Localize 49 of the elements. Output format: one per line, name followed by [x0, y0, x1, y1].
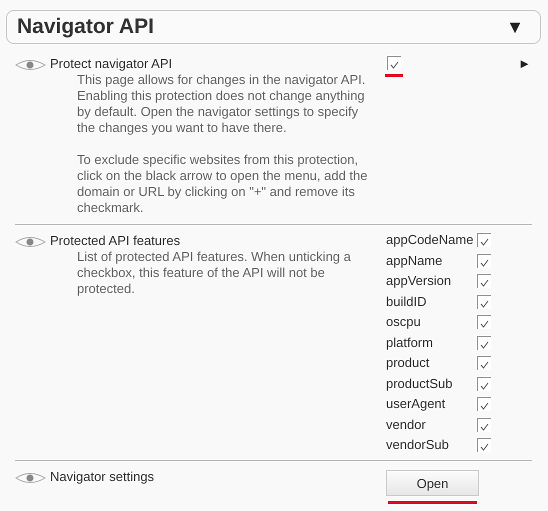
checkmark-icon	[480, 382, 490, 390]
checkbox[interactable]	[477, 336, 492, 350]
checkmark-icon	[480, 443, 490, 451]
checkbox[interactable]	[477, 254, 492, 268]
menu-arrow[interactable]: ►	[518, 56, 531, 216]
checkmark-icon	[480, 279, 490, 287]
feature-label: appVersion	[386, 274, 452, 288]
setting-title: Protected API features	[50, 233, 182, 249]
feature-label: userAgent	[386, 397, 446, 411]
checkmark-icon	[480, 300, 490, 308]
eye-icon	[15, 58, 46, 72]
feature-label: vendorSub	[386, 438, 450, 452]
checkbox[interactable]	[387, 56, 401, 70]
setting-title: Navigator settings	[50, 469, 156, 485]
checkbox[interactable]	[477, 438, 492, 452]
feature-label: platform	[386, 336, 434, 350]
checkmark-icon	[480, 402, 490, 410]
feature-label: vendor	[386, 418, 427, 432]
checkbox[interactable]	[477, 376, 492, 390]
feature-label: buildID	[386, 294, 428, 308]
eye-icon	[15, 471, 46, 485]
setting-title: Protect navigator API	[50, 56, 174, 72]
checkmark-icon	[390, 61, 399, 69]
feature-label: appName	[386, 254, 444, 268]
checkmark-icon	[480, 238, 490, 246]
open-button[interactable]: Open	[386, 470, 479, 496]
checkmark-icon	[480, 320, 490, 328]
checkbox[interactable]	[477, 356, 492, 370]
section-header[interactable]: Navigator API ▼	[6, 10, 541, 44]
checkmark-icon	[480, 258, 490, 266]
feature-label: appCodeName	[386, 233, 474, 247]
setting-description: This page allows for changes in the navigator API. Enabling this protection does not change anything by default. Open the navigator settings to specify the changes you want to have there.	[77, 72, 366, 136]
checkbox[interactable]	[477, 397, 492, 411]
caret-icon[interactable]: ▼	[506, 16, 524, 38]
setting-description: List of protected API features. When unticking a checkbox, this feature of the API will not be protected.	[77, 249, 352, 297]
header-title: Navigator API	[17, 15, 154, 39]
feature-label: productSub	[386, 376, 454, 390]
checkmark-icon	[480, 340, 490, 348]
checkbox[interactable]	[477, 274, 492, 288]
eye-icon	[15, 235, 46, 249]
checkmark-icon	[480, 361, 490, 369]
setting-description: To exclude specific websites from this protection, click on the black arrow to open the menu, add the domain or URL by clicking on "+" and remove its checkmark.	[77, 152, 369, 216]
checkbox[interactable]	[477, 315, 492, 329]
feature-label: product	[386, 356, 430, 370]
checkbox[interactable]	[477, 233, 492, 247]
feature-label: oscpu	[386, 315, 422, 329]
checkbox[interactable]	[477, 418, 492, 432]
checkmark-icon	[480, 422, 490, 430]
checkbox[interactable]	[477, 294, 492, 308]
